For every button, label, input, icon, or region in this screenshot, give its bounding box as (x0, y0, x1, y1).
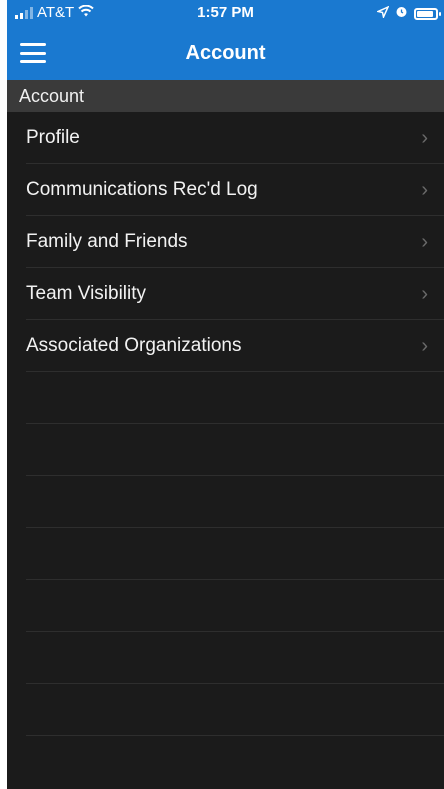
empty-row (7, 684, 444, 736)
list-item-label: Family and Friends (26, 231, 188, 252)
chevron-right-icon: › (421, 334, 428, 357)
list-item-communications-log[interactable]: Communications Rec'd Log › (7, 164, 444, 216)
battery-icon (414, 7, 441, 20)
list-item-label: Profile (26, 127, 80, 148)
chevron-right-icon: › (421, 282, 428, 305)
empty-row (7, 632, 444, 684)
list-item-family-friends[interactable]: Family and Friends › (7, 216, 444, 268)
list-item-team-visibility[interactable]: Team Visibility › (7, 268, 444, 320)
empty-row (7, 476, 444, 528)
empty-row (7, 424, 444, 476)
nav-title: Account (185, 41, 266, 64)
hamburger-menu-icon[interactable] (20, 43, 46, 63)
empty-row (7, 580, 444, 632)
list-item-profile[interactable]: Profile › (7, 112, 444, 164)
location-arrow-icon (375, 5, 390, 22)
chevron-right-icon: › (421, 178, 428, 201)
status-right (375, 5, 441, 22)
nav-bar: Account (7, 26, 444, 80)
alarm-icon (395, 5, 408, 22)
status-bar: AT&T 1:57 PM (7, 0, 444, 26)
chevron-right-icon: › (421, 126, 428, 149)
section-header: Account (7, 80, 444, 112)
list-item-label: Team Visibility (26, 283, 147, 304)
phone-screen: AT&T 1:57 PM Account Account Profile › C… (7, 0, 444, 789)
chevron-right-icon: › (421, 230, 428, 253)
list-item-label: Associated Organizations (26, 335, 242, 356)
account-menu-list: Profile › Communications Rec'd Log › Fam… (7, 112, 444, 736)
list-item-label: Communications Rec'd Log (26, 179, 258, 200)
list-item-associated-organizations[interactable]: Associated Organizations › (7, 320, 444, 372)
empty-row (7, 528, 444, 580)
empty-row (7, 372, 444, 424)
